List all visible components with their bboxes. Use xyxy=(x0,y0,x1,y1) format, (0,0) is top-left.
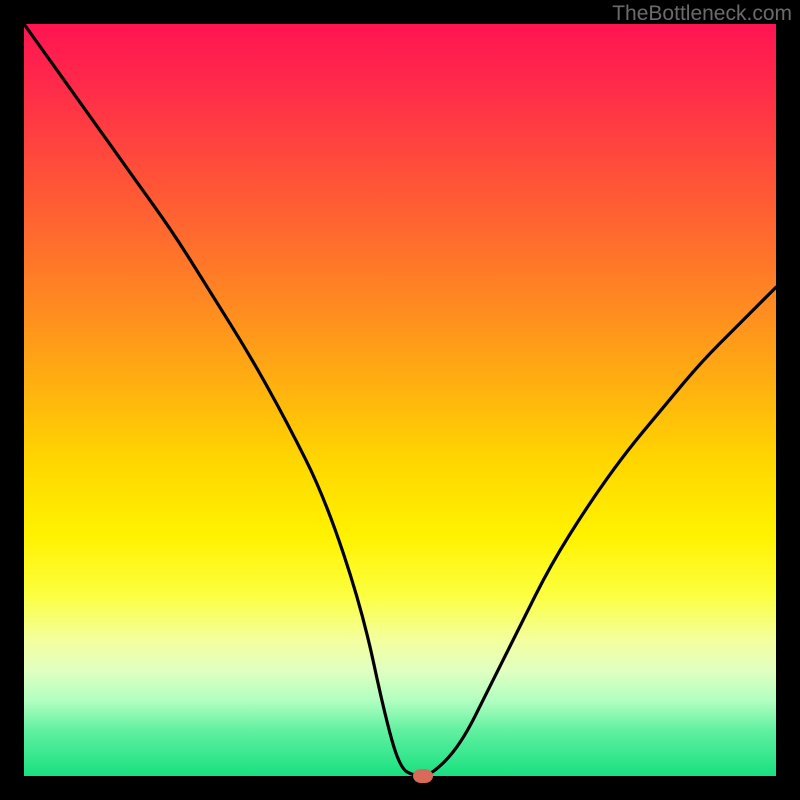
chart-container: TheBottleneck.com xyxy=(0,0,800,800)
bottleneck-curve xyxy=(24,24,776,776)
plot-area xyxy=(24,24,776,776)
optimal-point-marker xyxy=(413,769,433,783)
watermark-text: TheBottleneck.com xyxy=(612,2,792,26)
